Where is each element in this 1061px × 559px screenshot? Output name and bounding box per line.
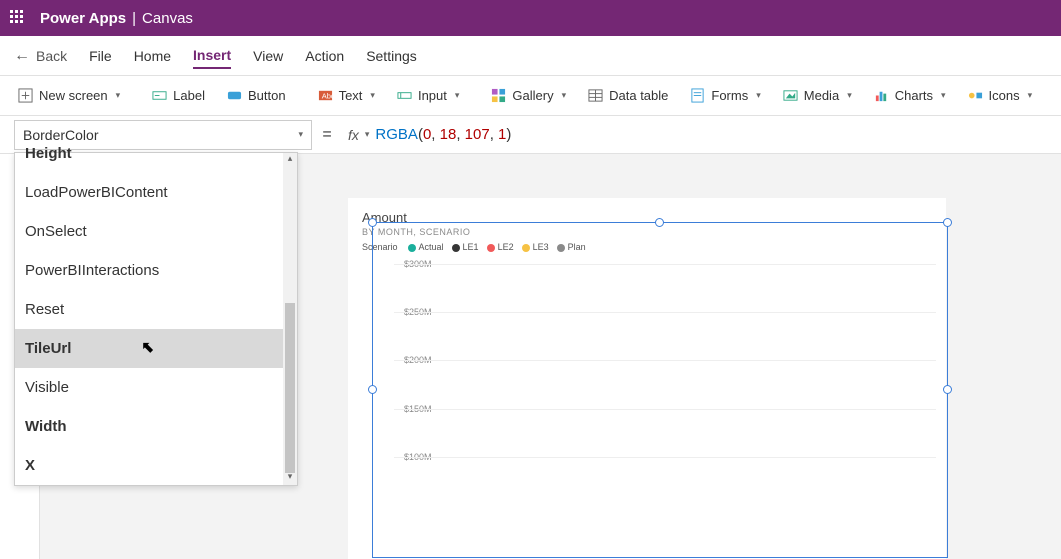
label-icon bbox=[152, 88, 167, 103]
label-label: Label bbox=[173, 88, 205, 103]
property-option[interactable]: X bbox=[15, 446, 297, 485]
datatable-label: Data table bbox=[609, 88, 668, 103]
page-name: Canvas bbox=[142, 10, 193, 27]
back-button[interactable]: ← Back bbox=[14, 47, 67, 65]
new-screen-icon bbox=[18, 88, 33, 103]
icons-icon bbox=[968, 88, 983, 103]
chevron-down-icon: ▾ bbox=[370, 90, 375, 101]
app-name: Power Apps bbox=[40, 10, 126, 27]
title-sep: | bbox=[132, 10, 136, 27]
menu-action[interactable]: Action bbox=[305, 44, 344, 68]
charts-label: Charts bbox=[895, 88, 933, 103]
scroll-up-icon[interactable]: ▴ bbox=[283, 153, 297, 167]
scroll-down-icon[interactable]: ▾ bbox=[283, 471, 297, 485]
menu-settings[interactable]: Settings bbox=[366, 44, 417, 68]
property-option[interactable]: LoadPowerBIContent bbox=[15, 173, 297, 212]
icons-label: Icons bbox=[989, 88, 1020, 103]
chevron-down-icon: ▾ bbox=[298, 129, 303, 140]
button-button[interactable]: Button bbox=[219, 84, 294, 107]
property-option[interactable]: Width bbox=[15, 407, 297, 446]
ribbon: New screen ▾ Label Button Abc Text ▾ Input… bbox=[0, 76, 1061, 116]
text-button[interactable]: Abc Text ▾ bbox=[310, 84, 383, 107]
icons-button[interactable]: Icons ▾ bbox=[960, 84, 1041, 107]
forms-icon bbox=[690, 88, 705, 103]
gallery-label: Gallery bbox=[512, 88, 553, 103]
property-option[interactable]: OnSelect bbox=[15, 212, 297, 251]
property-option[interactable]: PowerBIInteractions bbox=[15, 251, 297, 290]
menu-bar: ← Back File Home Insert View Action Sett… bbox=[0, 36, 1061, 76]
chevron-down-icon: ▾ bbox=[941, 90, 946, 101]
property-option[interactable]: Visible bbox=[15, 368, 297, 407]
forms-button[interactable]: Forms ▾ bbox=[682, 84, 768, 107]
fx-label: fx bbox=[342, 127, 365, 143]
button-icon bbox=[227, 88, 242, 103]
title-bar: Power Apps | Canvas bbox=[0, 0, 1061, 36]
chevron-down-icon: ▾ bbox=[1028, 90, 1033, 101]
media-icon bbox=[783, 88, 798, 103]
chevron-down-icon: ▾ bbox=[756, 90, 761, 101]
input-button[interactable]: Input ▾ bbox=[389, 84, 467, 107]
datatable-button[interactable]: Data table bbox=[580, 84, 676, 107]
resize-handle[interactable] bbox=[943, 385, 952, 394]
input-label: Input bbox=[418, 88, 447, 103]
resize-handle[interactable] bbox=[943, 218, 952, 227]
button-label: Button bbox=[248, 88, 286, 103]
resize-handle[interactable] bbox=[368, 218, 377, 227]
svg-text:Abc: Abc bbox=[321, 91, 332, 100]
media-label: Media bbox=[804, 88, 839, 103]
menu-home[interactable]: Home bbox=[134, 44, 171, 68]
arrow-left-icon: ← bbox=[14, 47, 30, 65]
property-option[interactable]: Height bbox=[15, 145, 297, 173]
chevron-down-icon: ▾ bbox=[847, 90, 852, 101]
new-screen-button[interactable]: New screen ▾ bbox=[10, 84, 128, 107]
waffle-icon[interactable] bbox=[10, 10, 26, 26]
formula-fn: RGBA bbox=[375, 126, 418, 143]
resize-handle[interactable] bbox=[368, 385, 377, 394]
menu-file[interactable]: File bbox=[89, 44, 112, 68]
equals-label: = bbox=[312, 126, 342, 144]
media-button[interactable]: Media ▾ bbox=[775, 84, 860, 107]
text-label: Text bbox=[339, 88, 363, 103]
scroll-thumb[interactable] bbox=[285, 303, 295, 473]
chevron-down-icon: ▾ bbox=[562, 90, 567, 101]
property-option[interactable]: Reset bbox=[15, 290, 297, 329]
back-label: Back bbox=[36, 48, 67, 64]
property-option[interactable]: TileUrl⬉ bbox=[15, 329, 297, 368]
charts-button[interactable]: Charts ▾ bbox=[866, 84, 954, 107]
scrollbar[interactable]: ▴ ▾ bbox=[283, 153, 297, 485]
selection-box bbox=[372, 222, 948, 558]
resize-handle[interactable] bbox=[655, 218, 664, 227]
forms-label: Forms bbox=[711, 88, 748, 103]
property-value: BorderColor bbox=[23, 127, 98, 143]
formula-input[interactable]: RGBA(0, 18, 107, 1) bbox=[369, 126, 1061, 144]
datatable-icon bbox=[588, 88, 603, 103]
new-screen-label: New screen bbox=[39, 88, 108, 103]
chevron-down-icon: ▾ bbox=[455, 90, 460, 101]
custom-button[interactable]: Custom▾ bbox=[1056, 84, 1061, 107]
cursor-icon: ⬉ bbox=[141, 338, 154, 356]
label-button[interactable]: Label bbox=[144, 84, 213, 107]
chevron-down-icon: ▾ bbox=[116, 90, 121, 101]
charts-icon bbox=[874, 88, 889, 103]
text-icon: Abc bbox=[318, 88, 333, 103]
menu-view[interactable]: View bbox=[253, 44, 283, 68]
gallery-icon bbox=[491, 88, 506, 103]
menu-insert[interactable]: Insert bbox=[193, 43, 231, 69]
input-icon bbox=[397, 88, 412, 103]
property-list[interactable]: HeightLoadPowerBIContentOnSelectPowerBII… bbox=[14, 152, 298, 486]
gallery-button[interactable]: Gallery ▾ bbox=[483, 84, 574, 107]
